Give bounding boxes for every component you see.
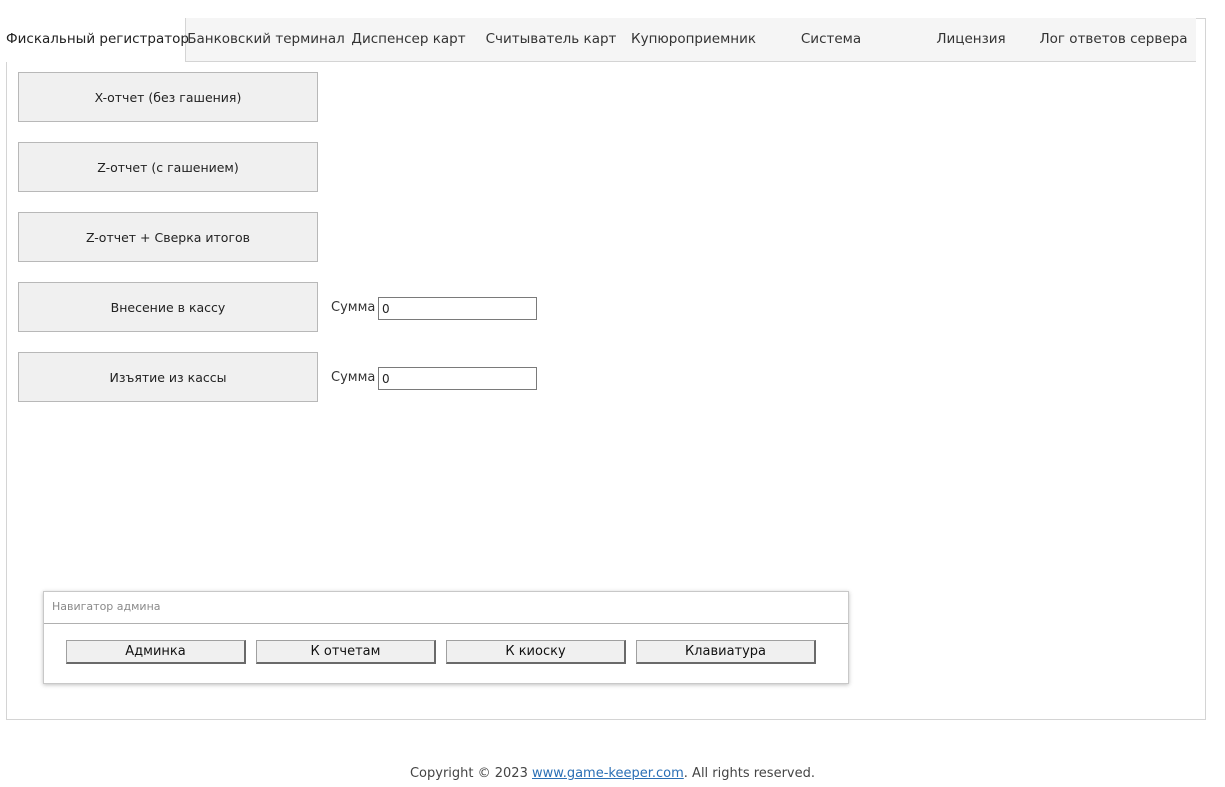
tab-license[interactable]: Лицензия	[911, 18, 1031, 61]
x-report-button[interactable]: X-отчет (без гашения)	[18, 72, 318, 122]
tab-system[interactable]: Система	[751, 18, 911, 61]
tab-bill-acceptor[interactable]: Купюроприемник	[631, 18, 756, 61]
footer-site-link[interactable]: www.game-keeper.com	[532, 766, 684, 781]
deposit-sum-label: Сумма	[331, 300, 376, 315]
withdraw-sum-label: Сумма	[331, 370, 376, 385]
keyboard-button[interactable]: Клавиатура	[636, 640, 816, 664]
footer: Copyright © 2023 www.game-keeper.com. Al…	[0, 766, 1225, 781]
tab-card-dispenser[interactable]: Диспенсер карт	[346, 18, 471, 61]
footer-copyright-suffix: . All rights reserved.	[683, 766, 815, 781]
tab-card-reader[interactable]: Считыватель карт	[471, 18, 631, 61]
admin-navigator-title: Навигатор админа	[52, 600, 161, 613]
footer-copyright-prefix: Copyright © 2023	[409, 766, 532, 781]
admin-navigator: Навигатор админа Админка К отчетам К кио…	[43, 591, 849, 684]
cash-withdraw-button[interactable]: Изъятие из кассы	[18, 352, 318, 402]
tab-bar: Фискальный регистратор Банковский термин…	[6, 18, 1196, 62]
withdraw-sum-input[interactable]	[378, 367, 537, 390]
admin-navigator-divider	[44, 623, 848, 624]
to-reports-button[interactable]: К отчетам	[256, 640, 436, 664]
tab-bank-terminal[interactable]: Банковский терминал	[186, 18, 346, 61]
to-kiosk-button[interactable]: К киоску	[446, 640, 626, 664]
admin-panel-button[interactable]: Админка	[66, 640, 246, 664]
z-report-button[interactable]: Z-отчет (с гашением)	[18, 142, 318, 192]
tab-server-log[interactable]: Лог ответов сервера	[1031, 18, 1196, 61]
deposit-sum-input[interactable]	[378, 297, 537, 320]
tab-fiscal-registrar[interactable]: Фискальный регистратор	[6, 18, 189, 62]
cash-deposit-button[interactable]: Внесение в кассу	[18, 282, 318, 332]
z-report-reconcile-button[interactable]: Z-отчет + Сверка итогов	[18, 212, 318, 262]
